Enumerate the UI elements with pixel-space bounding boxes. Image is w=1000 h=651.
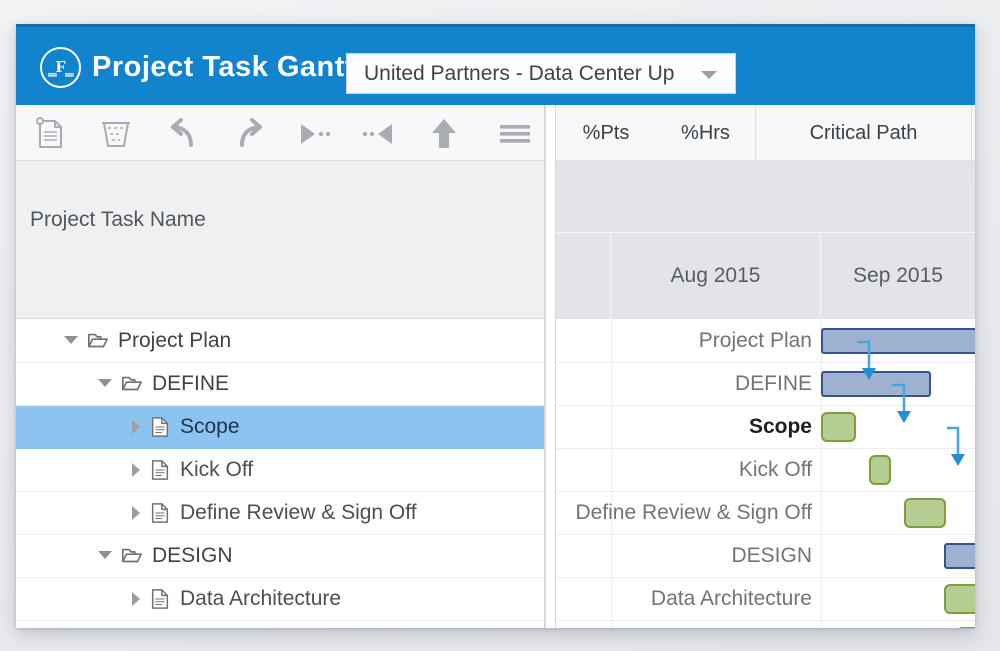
task-row[interactable]: Kick Off <box>16 449 544 492</box>
gantt-row[interactable]: Project Plan <box>556 320 975 363</box>
task-row[interactable]: Project Plan <box>16 320 544 363</box>
toolbar <box>16 105 545 161</box>
gantt-row-label: Scope <box>749 415 812 439</box>
document-icon <box>149 502 171 524</box>
task-row[interactable]: Object Modeling <box>16 621 544 628</box>
timeline-header: Aug 2015 Sep 2015 <box>556 161 975 319</box>
task-bar[interactable] <box>869 455 891 485</box>
chevron-down-icon <box>701 71 717 79</box>
new-task-button[interactable] <box>30 115 72 153</box>
task-name-column-header: Project Task Name <box>16 161 544 319</box>
timeline-month-blank <box>556 233 611 319</box>
column-header-critical-path[interactable]: Critical Path <box>756 105 972 161</box>
expand-triangle-icon[interactable] <box>132 506 140 520</box>
task-row[interactable]: Data Architecture <box>16 578 544 621</box>
gantt-gridline <box>821 492 822 534</box>
task-row-label: Kick Off <box>180 458 253 482</box>
task-bar[interactable] <box>821 412 856 442</box>
expand-triangle-icon[interactable] <box>132 592 140 606</box>
gantt-row-label: DESIGN <box>731 544 812 568</box>
gantt-gridline <box>611 363 612 405</box>
task-row[interactable]: DEFINE <box>16 363 544 406</box>
project-select[interactable]: United Partners - Data Center Up <box>346 53 736 94</box>
task-row[interactable]: Define Review & Sign Off <box>16 492 544 535</box>
gantt-row-label: Data Architecture <box>651 587 812 611</box>
gantt-gridline <box>611 578 612 620</box>
folder-icon <box>121 545 143 567</box>
delete-task-button[interactable] <box>95 115 137 153</box>
collapse-triangle-icon[interactable] <box>64 336 78 344</box>
gantt-row[interactable]: DEFINE <box>556 363 975 406</box>
hamburger-menu-icon[interactable] <box>494 115 536 153</box>
gantt-row[interactable]: Data Architecture <box>556 578 975 621</box>
folder-icon <box>121 373 143 395</box>
title-bar: ‗F‗ Project Task Gantt United Partners -… <box>16 24 975 108</box>
task-row-label: DEFINE <box>152 372 229 396</box>
timeline-month-sep-2015: Sep 2015 <box>821 233 975 319</box>
summary-bar[interactable] <box>821 328 975 354</box>
column-header-hrs[interactable]: %Hrs <box>656 105 756 161</box>
gantt-gridline <box>611 449 612 491</box>
gantt-pane: Aug 2015 Sep 2015 Project Plan DEFINE Scop… <box>556 161 975 628</box>
indent-button[interactable] <box>293 115 335 153</box>
gantt-gridline <box>611 535 612 577</box>
collapse-triangle-icon[interactable] <box>98 379 112 387</box>
gantt-gridline <box>821 621 822 628</box>
gantt-gridline <box>821 578 822 620</box>
task-row-label: Data Architecture <box>180 587 341 611</box>
document-icon <box>149 459 171 481</box>
gantt-row[interactable]: Object Modeling <box>556 621 975 628</box>
task-list-pane: Project Task Name Project Plan DEFINE Scop… <box>16 161 545 628</box>
gantt-row-label: DEFINE <box>735 372 812 396</box>
collapse-triangle-icon[interactable] <box>98 551 112 559</box>
task-row[interactable]: DESIGN <box>16 535 544 578</box>
gantt-gridline <box>611 320 612 362</box>
document-icon <box>149 588 171 610</box>
move-up-button[interactable] <box>423 115 465 153</box>
redo-button[interactable] <box>228 115 270 153</box>
gantt-gridline <box>611 406 612 448</box>
folder-icon <box>87 330 109 352</box>
task-row-label: Define Review & Sign Off <box>180 501 417 525</box>
timeline-header-top <box>556 161 975 233</box>
page-background: ‗F‗ Project Task Gantt United Partners -… <box>0 0 1000 651</box>
task-bar[interactable] <box>956 627 975 628</box>
project-select-value: United Partners - Data Center Up <box>364 62 674 86</box>
circle-ff-logo-icon: ‗F‗ <box>40 47 81 88</box>
task-row[interactable]: Scope <box>16 406 544 449</box>
gantt-gridline <box>821 449 822 491</box>
gantt-row[interactable]: Scope <box>556 406 975 449</box>
gantt-app-window: ‗F‗ Project Task Gantt United Partners -… <box>16 24 975 628</box>
column-header-pts[interactable]: %Pts <box>556 105 656 161</box>
gantt-rows: Project Plan DEFINE Scope Kick Off Define Re… <box>556 320 975 628</box>
outdent-button[interactable] <box>358 115 400 153</box>
undo-button[interactable] <box>163 115 205 153</box>
task-tree: Project Plan DEFINE Scope Kick Off Define Re… <box>16 320 544 628</box>
timeline-month-aug-2015: Aug 2015 <box>611 233 821 319</box>
column-header-bar: %Pts %Hrs Critical Path <box>556 105 975 161</box>
expand-triangle-icon[interactable] <box>132 420 140 434</box>
gantt-gridline <box>821 535 822 577</box>
task-bar[interactable] <box>904 498 946 528</box>
task-name-header-label: Project Task Name <box>30 208 206 232</box>
task-bar[interactable] <box>944 584 975 614</box>
task-row-label: DESIGN <box>152 544 233 568</box>
gantt-row[interactable]: DESIGN <box>556 535 975 578</box>
summary-bar[interactable] <box>944 543 975 569</box>
pane-splitter[interactable] <box>545 105 556 628</box>
gantt-gridline <box>611 621 612 628</box>
expand-triangle-icon[interactable] <box>132 463 140 477</box>
gantt-row-label: Kick Off <box>739 458 812 482</box>
app-title: Project Task Gantt <box>92 51 355 84</box>
gantt-row[interactable]: Kick Off <box>556 449 975 492</box>
summary-bar[interactable] <box>821 371 931 397</box>
gantt-row-label: Define Review & Sign Off <box>575 501 812 525</box>
task-row-label: Scope <box>180 415 240 439</box>
gantt-row-label: Project Plan <box>699 329 812 353</box>
gantt-row[interactable]: Define Review & Sign Off <box>556 492 975 535</box>
task-row-label: Project Plan <box>118 329 231 353</box>
document-icon <box>149 416 171 438</box>
